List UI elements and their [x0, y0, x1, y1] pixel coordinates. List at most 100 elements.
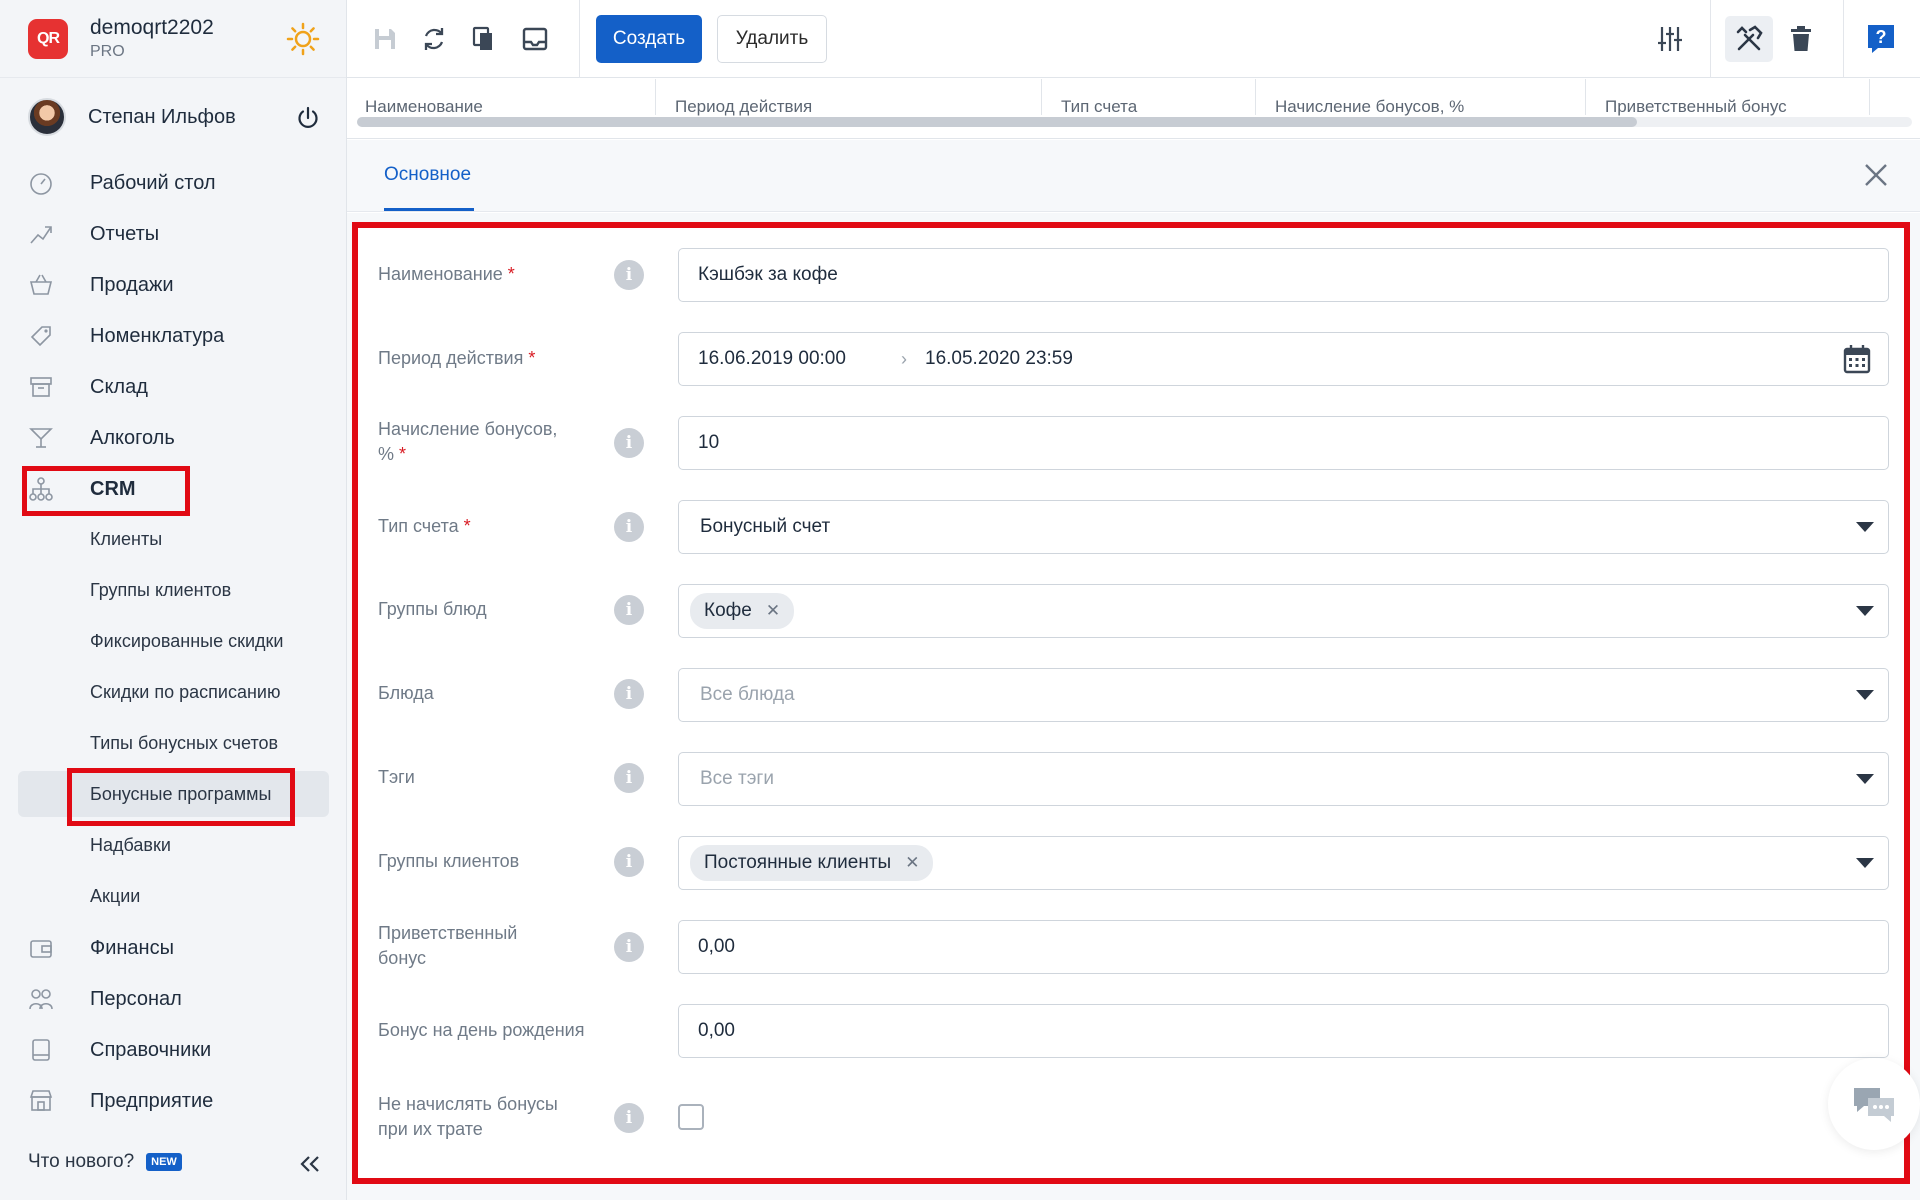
nav-staff[interactable]: Персонал: [28, 979, 182, 1019]
remove-chip-icon[interactable]: ✕: [766, 601, 780, 621]
logout-power-icon[interactable]: [296, 106, 320, 130]
info-icon[interactable]: i: [614, 260, 644, 290]
welcome-bonus-label-line1: Приветственный: [378, 923, 518, 943]
nav-reports[interactable]: Отчеты: [28, 214, 159, 254]
column-header-bonus-percent[interactable]: Начисление бонусов, %: [1275, 97, 1464, 117]
whats-new-link[interactable]: Что нового? NEW: [28, 1151, 182, 1173]
submenu-fixed-discounts[interactable]: Фиксированные скидки: [90, 631, 283, 652]
column-header-welcome-bonus[interactable]: Приветственный бонус: [1605, 97, 1787, 117]
remove-chip-icon[interactable]: ✕: [905, 853, 919, 873]
toolbar-divider: [1710, 0, 1711, 78]
horizontal-scrollbar-thumb[interactable]: [357, 117, 1637, 127]
period-end-input[interactable]: 16.05.2020 23:59: [925, 348, 1073, 370]
info-icon[interactable]: i: [614, 932, 644, 962]
nav-label: Номенклатура: [90, 324, 225, 347]
collapse-sidebar-icon[interactable]: [298, 1152, 322, 1176]
chip-label: Постоянные клиенты: [704, 852, 892, 873]
nav-label: Финансы: [90, 936, 174, 959]
close-icon[interactable]: [1861, 160, 1891, 190]
client-groups-multiselect[interactable]: Постоянные клиенты ✕: [678, 836, 1889, 890]
column-settings-icon[interactable]: [1653, 22, 1687, 56]
trash-icon[interactable]: [1784, 22, 1818, 56]
column-divider: [1585, 79, 1586, 115]
bonus-percent-input[interactable]: 10: [678, 416, 1889, 470]
submenu-scheduled-discounts[interactable]: Скидки по расписанию: [90, 682, 280, 703]
bonus-percent-label-line2: %: [378, 444, 395, 464]
period-range-picker[interactable]: 16.06.2019 00:00 › 16.05.2020 23:59: [678, 332, 1889, 386]
info-icon[interactable]: i: [614, 847, 644, 877]
info-icon[interactable]: i: [614, 595, 644, 625]
welcome-bonus-input[interactable]: 0,00: [678, 920, 1889, 974]
chevron-down-icon[interactable]: [1856, 858, 1874, 868]
period-start-input[interactable]: 16.06.2019 00:00: [698, 348, 846, 370]
save-icon[interactable]: [368, 22, 402, 56]
chat-widget-button[interactable]: [1828, 1058, 1920, 1150]
name-input[interactable]: Кэшбэк за кофе: [678, 248, 1889, 302]
submenu-client-groups[interactable]: Группы клиентов: [90, 580, 231, 601]
toolbar-divider: [1843, 0, 1844, 78]
help-icon[interactable]: ?: [1864, 22, 1898, 56]
dishes-select[interactable]: Все блюда: [678, 668, 1889, 722]
nav-alcohol[interactable]: Алкоголь: [28, 418, 175, 458]
nav-directories[interactable]: Справочники: [28, 1030, 211, 1070]
account-name: demoqrt2202: [90, 16, 214, 39]
dish-groups-multiselect[interactable]: Кофе ✕: [678, 584, 1889, 638]
chevron-down-icon[interactable]: [1856, 522, 1874, 532]
info-icon[interactable]: i: [614, 1103, 644, 1133]
reports-icon: [30, 226, 52, 244]
info-icon[interactable]: i: [614, 763, 644, 793]
info-icon[interactable]: i: [614, 512, 644, 542]
tab-main[interactable]: Основное: [384, 164, 471, 186]
nav-nomenclature[interactable]: Номенклатура: [28, 316, 224, 356]
nav-sales[interactable]: Продажи: [28, 265, 174, 305]
bonus-percent-value: 10: [698, 432, 720, 453]
column-header-account-type[interactable]: Тип счета: [1061, 97, 1137, 117]
new-badge: NEW: [146, 1153, 182, 1171]
theme-sun-icon[interactable]: [286, 22, 320, 56]
dashboard-icon: [30, 173, 52, 195]
delete-button[interactable]: Удалить: [717, 15, 827, 63]
birthday-bonus-input[interactable]: 0,00: [678, 1004, 1889, 1058]
info-icon[interactable]: i: [614, 679, 644, 709]
account-type-select[interactable]: Бонусный счет: [678, 500, 1889, 554]
tools-icon[interactable]: [1732, 22, 1766, 56]
column-divider: [1041, 79, 1042, 115]
svg-text:?: ?: [1876, 27, 1887, 47]
nav-label: Персонал: [90, 987, 182, 1010]
user-name[interactable]: Степан Ильфов: [88, 106, 236, 129]
column-divider: [1255, 79, 1256, 115]
detail-tabs: Основное: [347, 140, 1920, 212]
submenu-clients[interactable]: Клиенты: [90, 529, 162, 550]
info-icon[interactable]: i: [614, 428, 644, 458]
inbox-icon[interactable]: [518, 22, 552, 56]
submenu-promotions[interactable]: Акции: [90, 886, 140, 907]
nav-dashboard[interactable]: Рабочий стол: [28, 163, 216, 203]
no-accrual-label-line2: при их трате: [378, 1119, 483, 1139]
birthday-bonus-value: 0,00: [698, 1020, 735, 1041]
bonus-percent-label-line1: Начисление бонусов,: [378, 419, 558, 439]
welcome-bonus-label-line2: бонус: [378, 948, 427, 968]
nav-warehouse[interactable]: Склад: [28, 367, 148, 407]
calendar-icon[interactable]: [1842, 343, 1872, 375]
no-accrual-checkbox[interactable]: [678, 1104, 704, 1130]
chevron-down-icon[interactable]: [1856, 774, 1874, 784]
copy-icon[interactable]: [467, 22, 501, 56]
avatar[interactable]: [28, 98, 66, 136]
toolbar-divider: [579, 0, 580, 78]
column-header-period[interactable]: Период действия: [675, 97, 812, 117]
submenu-surcharges[interactable]: Надбавки: [90, 835, 171, 856]
chevron-down-icon[interactable]: [1856, 690, 1874, 700]
tags-select[interactable]: Все тэги: [678, 752, 1889, 806]
column-header-name[interactable]: Наименование: [365, 97, 483, 117]
refresh-icon[interactable]: [417, 22, 451, 56]
create-button[interactable]: Создать: [596, 15, 702, 63]
app-logo[interactable]: QR: [28, 18, 68, 59]
crm-highlight-box: [22, 466, 190, 516]
sidebar: QR demoqrt2202 PRO Степан Ильфов Рабочий…: [0, 0, 347, 1200]
name-label-text: Наименование: [378, 264, 503, 284]
submenu-bonus-account-types[interactable]: Типы бонусных счетов: [90, 733, 278, 754]
dishes-label: Блюда: [378, 683, 434, 703]
chevron-down-icon[interactable]: [1856, 606, 1874, 616]
nav-enterprise[interactable]: Предприятие: [28, 1081, 213, 1121]
nav-finance[interactable]: Финансы: [28, 928, 174, 968]
